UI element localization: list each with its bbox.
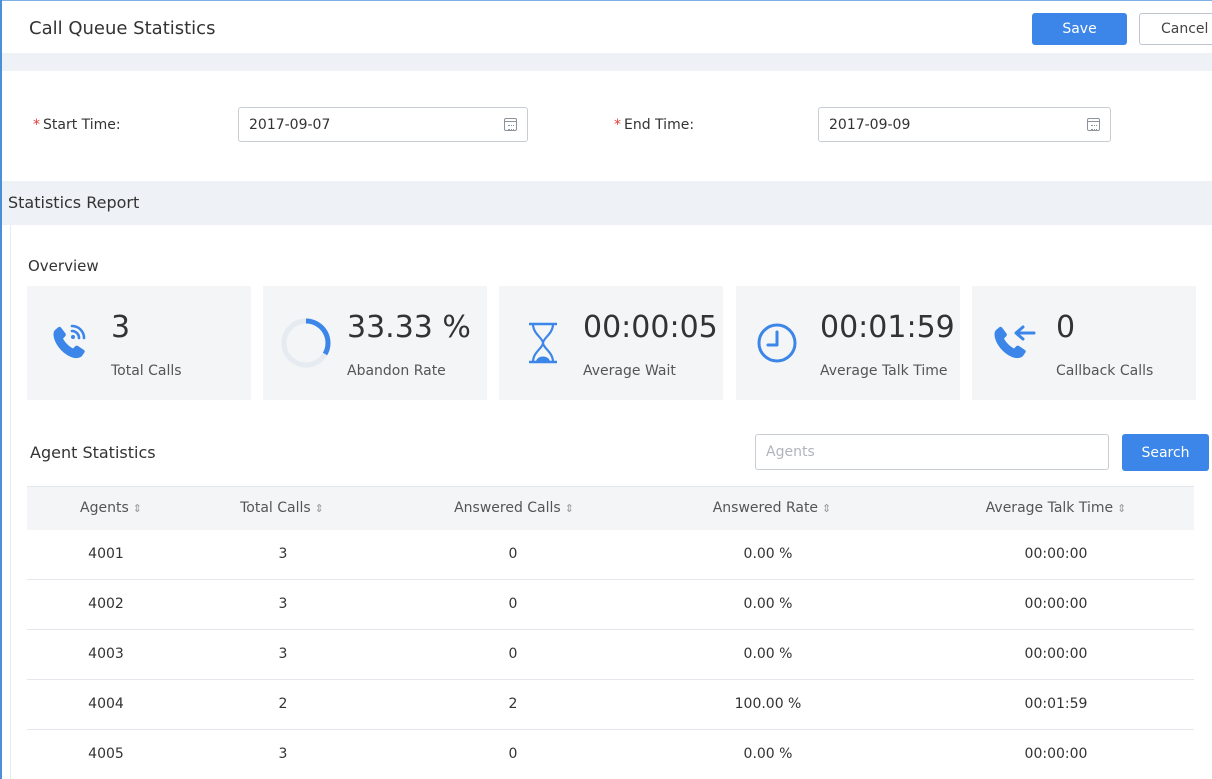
table-row: 4003 3 0 0.00 % 00:00:00 (27, 630, 1194, 680)
abandon-rate-value: 33.33 % (347, 310, 471, 345)
cell-answered-rate: 0.00 % (743, 596, 793, 612)
cell-answered-rate: 0.00 % (743, 746, 793, 762)
cell-average-talk-time: 00:00:00 (1024, 646, 1088, 662)
sort-icon[interactable]: ⇕ (565, 502, 574, 515)
average-wait-caption: Average Wait (583, 363, 676, 379)
cell-agent: 4005 (88, 746, 124, 762)
cell-total-calls: 3 (278, 546, 288, 562)
stat-card-callback-calls: 0 Callback Calls (972, 286, 1196, 400)
cell-total-calls: 2 (278, 696, 288, 712)
cell-answered-calls: 0 (508, 646, 518, 662)
stat-card-average-wait: 00:00:05 Average Wait (499, 286, 723, 400)
statistics-report-header (2, 181, 1212, 225)
column-header-answered-calls[interactable]: Answered Calls ⇕ (454, 500, 574, 516)
calendar-icon[interactable] (504, 118, 517, 131)
sort-icon[interactable]: ⇕ (315, 502, 324, 515)
cell-average-talk-time: 00:00:00 (1024, 596, 1088, 612)
table-row: 4002 3 0 0.00 % 00:00:00 (27, 580, 1194, 630)
column-header-agents[interactable]: Agents ⇕ (80, 500, 142, 516)
table-row: 4004 2 2 100.00 % 00:01:59 (27, 680, 1194, 730)
start-time-label-text: Start Time: (43, 117, 121, 133)
statistics-report-title: Statistics Report (8, 193, 140, 212)
time-range-form: * Start Time: 2017-09-07 * End Time: 2017-… (2, 71, 1212, 181)
sort-icon[interactable]: ⇕ (822, 502, 831, 515)
cell-average-talk-time: 00:00:00 (1024, 746, 1088, 762)
calendar-icon[interactable] (1087, 118, 1100, 131)
phone-ringing-icon (53, 324, 86, 359)
agent-statistics-table: Agents ⇕ Total Calls ⇕ Answered Calls ⇕ Ans… (27, 486, 1194, 779)
table-header-row: Agents ⇕ Total Calls ⇕ Answered Calls ⇕ Ans… (27, 486, 1194, 530)
agent-statistics-title: Agent Statistics (30, 443, 156, 462)
cell-total-calls: 3 (278, 646, 288, 662)
cell-answered-calls: 0 (508, 546, 518, 562)
cell-total-calls: 3 (278, 746, 288, 762)
cell-answered-rate: 0.00 % (743, 646, 793, 662)
column-header-average-talk-time[interactable]: Average Talk Time ⇕ (986, 500, 1127, 516)
agent-search-input[interactable] (755, 434, 1109, 470)
sort-icon[interactable]: ⇕ (1117, 502, 1126, 515)
page-title: Call Queue Statistics (29, 18, 216, 39)
required-marker: * (614, 117, 621, 133)
start-time-input[interactable]: 2017-09-07 (238, 107, 528, 142)
cell-agent: 4001 (88, 546, 124, 562)
cell-answered-calls: 0 (508, 596, 518, 612)
average-wait-value: 00:00:05 (583, 310, 718, 345)
end-time-label-text: End Time: (624, 117, 695, 133)
cell-total-calls: 3 (278, 596, 288, 612)
table-row: 4005 3 0 0.00 % 00:00:00 (27, 730, 1194, 779)
cancel-button[interactable]: Cancel (1139, 13, 1212, 45)
stat-card-total-calls: 3 Total Calls (27, 286, 251, 400)
table-row: 4001 3 0 0.00 % 00:00:00 (27, 530, 1194, 580)
abandon-rate-caption: Abandon Rate (347, 363, 446, 379)
start-time-label: * Start Time: (33, 117, 121, 133)
phone-callback-icon (994, 325, 1036, 359)
total-calls-value: 3 (111, 310, 131, 345)
abandon-rate-ring-icon (281, 318, 331, 368)
column-header-answered-rate[interactable]: Answered Rate ⇕ (713, 500, 832, 516)
callback-calls-value: 0 (1056, 310, 1076, 345)
page-header: Call Queue Statistics Save Cancel (2, 1, 1212, 53)
stat-card-average-talk-time: 00:01:59 Average Talk Time (736, 286, 960, 400)
cell-answered-calls: 0 (508, 746, 518, 762)
save-button[interactable]: Save (1032, 13, 1127, 45)
end-time-label: * End Time: (614, 117, 694, 133)
header-divider-band (2, 53, 1212, 71)
cell-agent: 4003 (88, 646, 124, 662)
cell-answered-rate: 0.00 % (743, 546, 793, 562)
overview-title: Overview (28, 257, 99, 275)
cell-agent: 4002 (88, 596, 124, 612)
required-marker: * (33, 117, 40, 133)
stat-card-abandon-rate: 33.33 % Abandon Rate (263, 286, 487, 400)
average-talk-time-caption: Average Talk Time (820, 363, 948, 379)
cell-average-talk-time: 00:01:59 (1024, 696, 1088, 712)
cell-answered-calls: 2 (508, 696, 518, 712)
total-calls-caption: Total Calls (111, 363, 182, 379)
end-time-input[interactable]: 2017-09-09 (818, 107, 1111, 142)
start-time-value: 2017-09-07 (249, 117, 331, 133)
average-talk-time-value: 00:01:59 (820, 310, 955, 345)
end-time-value: 2017-09-09 (829, 117, 911, 133)
column-header-total-calls[interactable]: Total Calls ⇕ (240, 500, 324, 516)
callback-calls-caption: Callback Calls (1056, 363, 1154, 379)
clock-icon (757, 323, 797, 363)
search-button[interactable]: Search (1122, 434, 1209, 471)
cell-average-talk-time: 00:00:00 (1024, 546, 1088, 562)
hourglass-icon (529, 322, 557, 364)
sort-icon[interactable]: ⇕ (133, 502, 142, 515)
cell-agent: 4004 (88, 696, 124, 712)
cell-answered-rate: 100.00 % (734, 696, 802, 712)
